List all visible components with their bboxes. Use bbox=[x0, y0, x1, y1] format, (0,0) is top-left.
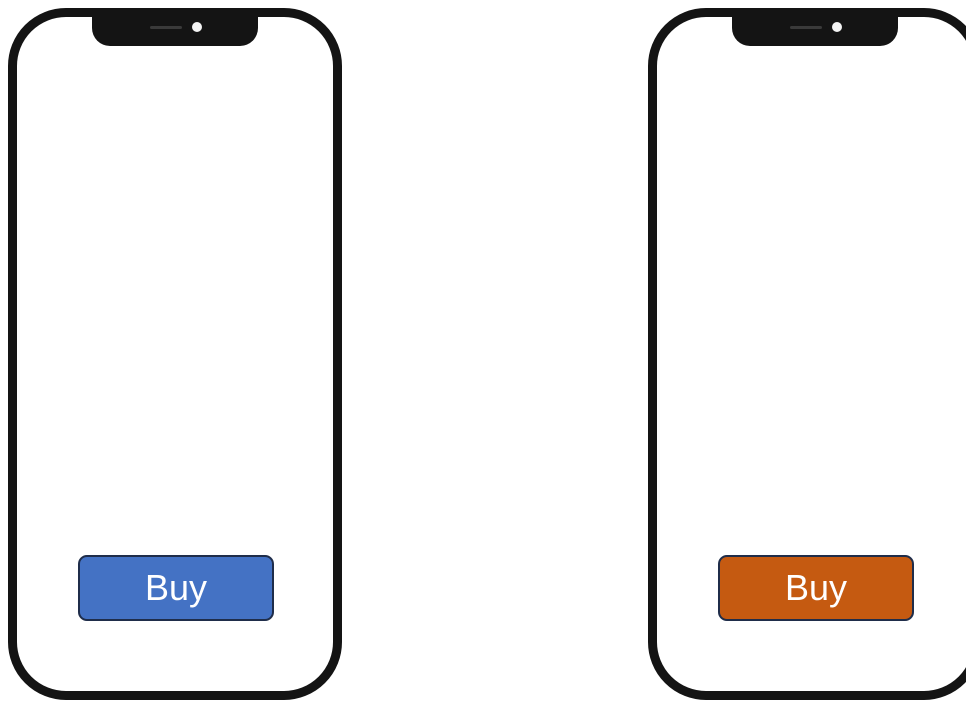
buy-button-blue[interactable]: Buy bbox=[78, 555, 274, 621]
buy-button-orange[interactable]: Buy bbox=[718, 555, 914, 621]
phone-mockup-left: Buy bbox=[8, 8, 342, 700]
phone-notch bbox=[732, 16, 898, 46]
phone-notch bbox=[92, 16, 258, 46]
camera-icon bbox=[832, 22, 842, 32]
phone-mockup-right: Buy bbox=[648, 8, 966, 700]
speaker-icon bbox=[150, 26, 182, 29]
camera-icon bbox=[192, 22, 202, 32]
speaker-icon bbox=[790, 26, 822, 29]
